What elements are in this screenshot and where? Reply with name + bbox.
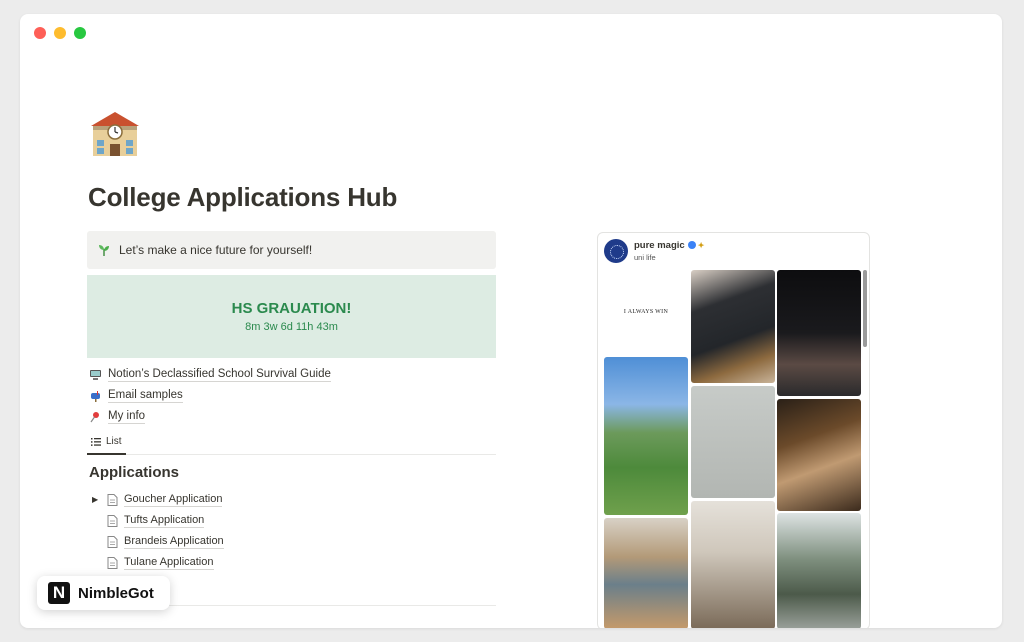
photo-tile[interactable] xyxy=(604,518,688,628)
tab-list-view[interactable]: List xyxy=(87,430,126,455)
list-item[interactable]: ▶ Goucher Application xyxy=(92,489,224,510)
item-label: Tufts Application xyxy=(124,513,205,528)
nimblegot-logo: N xyxy=(48,582,70,604)
countdown-title: HS GRAUATION! xyxy=(231,300,352,317)
embed-scrollbar[interactable] xyxy=(863,270,867,347)
photo-tile[interactable] xyxy=(777,270,861,396)
photo-tile[interactable] xyxy=(777,399,861,511)
embed-profile[interactable]: pure magic ✦ uni life xyxy=(604,239,704,263)
avatar[interactable] xyxy=(604,239,628,263)
list-item[interactable]: Tulane Application xyxy=(92,552,224,573)
photo-tile[interactable] xyxy=(691,270,775,383)
link-email-samples[interactable]: Email samples xyxy=(88,385,331,406)
mailbox-icon xyxy=(88,389,102,403)
tab-label: List xyxy=(106,436,122,447)
moodboard-embed[interactable]: pure magic ✦ uni life I ALWAYS WIN xyxy=(597,232,870,628)
applications-title[interactable]: Applications xyxy=(89,464,179,481)
brand-badge: N NimbleGot xyxy=(37,576,170,610)
quote-tile[interactable]: I ALWAYS WIN xyxy=(604,270,688,354)
link-label: Email samples xyxy=(108,388,183,403)
callout[interactable]: Let’s make a nice future for yourself! xyxy=(87,231,496,269)
item-label: Goucher Application xyxy=(124,492,223,507)
maximize-window-button[interactable] xyxy=(74,27,86,39)
page-title[interactable]: College Applications Hub xyxy=(88,182,397,213)
photo-tile[interactable] xyxy=(691,501,775,628)
list-item[interactable]: Brandeis Application xyxy=(92,531,224,552)
app-window: College Applications Hub Let’s make a ni… xyxy=(20,14,1002,628)
graduation-countdown[interactable]: HS GRAUATION! 8m 3w 6d 11h 43m xyxy=(87,275,496,358)
window-controls xyxy=(34,27,86,39)
document-icon xyxy=(107,493,118,506)
document-icon xyxy=(107,514,118,527)
sparkle-icon: ✦ xyxy=(697,241,705,250)
callout-text: Let’s make a nice future for yourself! xyxy=(119,243,313,257)
school-building-icon[interactable] xyxy=(87,106,143,158)
minimize-window-button[interactable] xyxy=(54,27,66,39)
pushpin-icon xyxy=(88,410,102,424)
quote-text: I ALWAYS WIN xyxy=(623,309,669,315)
brand-name: NimbleGot xyxy=(78,584,154,602)
applications-list: ▶ Goucher Application Tufts Application … xyxy=(92,489,224,573)
profile-name: pure magic xyxy=(634,240,685,251)
photo-tile[interactable] xyxy=(604,357,688,515)
item-label: Tulane Application xyxy=(124,555,214,570)
close-window-button[interactable] xyxy=(34,27,46,39)
triangle-right-icon[interactable]: ▶ xyxy=(92,495,104,504)
photo-tile[interactable] xyxy=(777,513,861,628)
page-links: Notion’s Declassified School Survival Gu… xyxy=(88,364,331,427)
computer-icon xyxy=(88,368,102,382)
photo-tile[interactable] xyxy=(691,386,775,498)
countdown-time: 8m 3w 6d 11h 43m xyxy=(245,321,338,333)
list-icon xyxy=(91,437,101,446)
list-item[interactable]: Tufts Application xyxy=(92,510,224,531)
database-view-tabs: List xyxy=(87,430,496,455)
profile-bio: uni life xyxy=(634,253,656,262)
seedling-icon xyxy=(99,245,109,256)
link-my-info[interactable]: My info xyxy=(88,406,331,427)
link-label: My info xyxy=(108,409,146,424)
verified-badge-icon xyxy=(687,241,696,250)
link-survival-guide[interactable]: Notion’s Declassified School Survival Gu… xyxy=(88,364,331,385)
document-icon xyxy=(107,535,118,548)
item-label: Brandeis Application xyxy=(124,534,224,549)
document-icon xyxy=(107,556,118,569)
link-label: Notion’s Declassified School Survival Gu… xyxy=(108,367,331,382)
